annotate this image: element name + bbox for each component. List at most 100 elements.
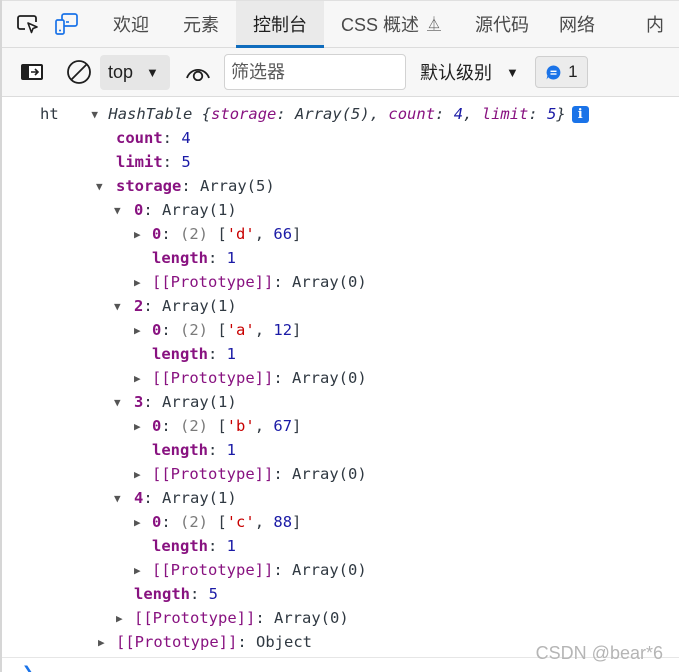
property-key: count (116, 129, 163, 147)
issues-button[interactable]: 1 (534, 56, 588, 88)
bucket-index: 2 (134, 297, 144, 315)
property-key: [[Prototype]] (152, 561, 274, 579)
bucket-prototype[interactable]: ▶ [[Prototype]]: Array(0) (134, 558, 367, 582)
property-value: Array(0) (292, 369, 367, 387)
entry-key: 'c' (226, 513, 255, 531)
dropdown-caret-icon: ▼ (506, 64, 519, 80)
flask-icon: ⏅ (427, 16, 441, 32)
expand-triangle-icon[interactable]: ▶ (134, 463, 152, 487)
entry-index: 0 (152, 417, 162, 435)
bucket-type: Array(1) (162, 201, 237, 219)
console-toolbar: top ▼ 默认级别 ▼ 1 (2, 48, 679, 97)
entry-key: 'd' (226, 225, 255, 243)
sidebar-toggle-icon (21, 64, 43, 80)
expand-triangle-icon[interactable]: ▼ (114, 295, 134, 319)
tab-label: CSS 概述 (340, 15, 419, 35)
filter-input[interactable] (231, 61, 405, 83)
expand-triangle-icon[interactable]: ▼ (114, 199, 134, 223)
summary-value: 4 (453, 105, 464, 123)
expand-triangle-icon[interactable]: ▶ (134, 319, 152, 343)
bucket-prototype[interactable]: ▶ [[Prototype]]: Array(0) (134, 366, 367, 390)
filter-input-wrapper (224, 54, 406, 90)
live-expression-button[interactable] (184, 63, 212, 81)
class-name: HashTable (108, 105, 193, 123)
bucket-index: 0 (134, 201, 144, 219)
property-value: 1 (226, 441, 237, 459)
bucket-prototype[interactable]: ▶ [[Prototype]]: Array(0) (134, 270, 367, 294)
tab-sources[interactable]: 源代码 (458, 1, 546, 47)
property-value: 1 (226, 345, 237, 363)
dropdown-caret-icon: ▼ (146, 64, 159, 80)
expand-triangle-icon[interactable]: ▶ (134, 415, 152, 439)
tab-label: 内 (646, 15, 664, 35)
object-summary[interactable]: HashTable {storage: Array(5), count: 4, … (108, 105, 565, 123)
tab-memory[interactable]: 内 (612, 1, 679, 47)
expand-triangle-icon[interactable]: ▶ (134, 223, 152, 247)
log-variable-name: ht (40, 105, 59, 123)
summary-key: count (388, 105, 436, 123)
bucket-entry[interactable]: ▶ 0: (2) ['c', 88] (134, 510, 301, 534)
tab-elements[interactable]: 元素 (166, 1, 236, 47)
expand-triangle-icon[interactable]: ▶ (98, 631, 116, 655)
device-emulation-button[interactable] (46, 1, 86, 47)
entry-index: 0 (152, 321, 162, 339)
inspect-element-button[interactable] (10, 1, 46, 47)
bucket-length: length: 1 (152, 249, 237, 267)
tab-css-overview[interactable]: CSS 概述 ⏅ (324, 1, 458, 47)
tab-label: 源代码 (475, 15, 529, 35)
expand-triangle-icon[interactable]: ▶ (134, 367, 152, 391)
property-count: count: 4 (116, 129, 191, 147)
expand-triangle-icon[interactable]: ▼ (114, 487, 134, 511)
storage-bucket[interactable]: ▼ 2: Array(1) (114, 294, 237, 318)
console-prompt-icon[interactable]: ❯ (22, 663, 34, 672)
bucket-index: 4 (134, 489, 144, 507)
tab-console[interactable]: 控制台 (235, 1, 324, 48)
log-levels-dropdown[interactable]: 默认级别 ▼ (420, 59, 519, 85)
watermark: CSDN @bear*6 (535, 643, 663, 663)
expand-triangle-icon[interactable]: ▶ (134, 271, 152, 295)
bucket-index: 3 (134, 393, 144, 411)
console-output: ht ▼ HashTable {storage: Array(5), count:… (2, 98, 679, 658)
bucket-entry[interactable]: ▶ 0: (2) ['d', 66] (134, 222, 301, 246)
entry-key: 'a' (226, 321, 255, 339)
property-storage-prototype[interactable]: ▶ [[Prototype]]: Array(0) (116, 606, 349, 630)
bucket-length: length: 1 (152, 345, 237, 363)
property-value: 1 (226, 249, 237, 267)
storage-bucket[interactable]: ▼ 3: Array(1) (114, 390, 237, 414)
bucket-entry[interactable]: ▶ 0: (2) ['a', 12] (134, 318, 301, 342)
summary-key: storage (211, 105, 277, 123)
storage-bucket[interactable]: ▼ 4: Array(1) (114, 486, 237, 510)
bucket-length: length: 1 (152, 441, 237, 459)
expand-triangle-icon[interactable]: ▶ (134, 511, 152, 535)
expand-triangle-icon[interactable]: ▼ (91, 103, 108, 127)
info-icon[interactable]: i (571, 106, 589, 123)
bucket-entry[interactable]: ▶ 0: (2) ['b', 67] (134, 414, 301, 438)
property-storage-length: length: 5 (134, 585, 219, 603)
context-selector[interactable]: top ▼ (100, 54, 170, 90)
property-object-prototype[interactable]: ▶ [[Prototype]]: Object (98, 630, 312, 654)
entry-length: (2) (180, 225, 209, 243)
property-storage[interactable]: ▼ storage: Array(5) (96, 174, 275, 198)
property-limit: limit: 5 (116, 153, 191, 171)
expand-triangle-icon[interactable]: ▼ (96, 175, 116, 199)
levels-label: 默认级别 (420, 63, 492, 83)
property-value: Array(0) (292, 561, 367, 579)
issues-count: 1 (568, 62, 578, 81)
clear-icon (67, 60, 91, 84)
entry-index: 0 (152, 225, 162, 243)
tab-network[interactable]: 网络 (546, 1, 612, 47)
expand-triangle-icon[interactable]: ▶ (116, 607, 134, 631)
bucket-type: Array(1) (162, 297, 237, 315)
inspect-element-icon (17, 15, 38, 34)
clear-console-button[interactable] (64, 59, 94, 85)
property-value: 5 (208, 585, 219, 603)
entry-length: (2) (180, 321, 209, 339)
toggle-sidebar-button[interactable] (18, 62, 46, 82)
entry-value: 12 (273, 321, 293, 339)
expand-triangle-icon[interactable]: ▼ (114, 391, 134, 415)
tab-welcome[interactable]: 欢迎 (96, 1, 166, 47)
property-key: storage (116, 177, 182, 195)
expand-triangle-icon[interactable]: ▶ (134, 559, 152, 583)
bucket-prototype[interactable]: ▶ [[Prototype]]: Array(0) (134, 462, 367, 486)
storage-bucket[interactable]: ▼ 0: Array(1) (114, 198, 237, 222)
